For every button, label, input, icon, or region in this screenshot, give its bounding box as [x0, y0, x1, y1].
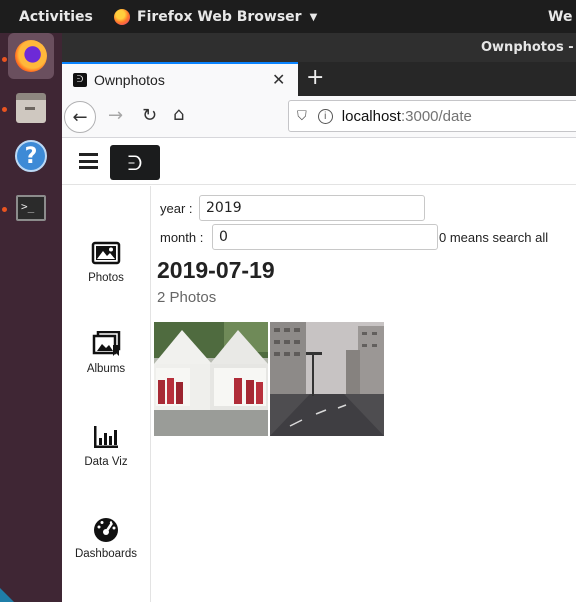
month-label: month : [160, 230, 204, 245]
navigation-bar: ← → ↻ ⌂ ⛉ i localhost :3000/date [62, 96, 576, 138]
dock-firefox[interactable] [8, 33, 54, 79]
activities-button[interactable]: Activities [19, 9, 93, 25]
year-label: year : [160, 201, 193, 216]
caret-down-icon: ▼ [309, 11, 318, 23]
sidebar-item-label: Data Viz [84, 456, 128, 468]
forward-button[interactable]: → [108, 105, 123, 126]
back-button[interactable]: ← [64, 101, 96, 133]
app-menu-label: Firefox Web Browser [137, 9, 302, 25]
dock-files[interactable] [8, 85, 54, 131]
home-button[interactable]: ⌂ [173, 104, 184, 125]
tab-title: Ownphotos [94, 72, 165, 88]
app-menu[interactable]: Firefox Web Browser ▼ [114, 9, 317, 25]
tab-ownphotos[interactable]: ᕭ Ownphotos ✕ [62, 62, 298, 96]
firefox-icon [15, 40, 47, 72]
terminal-icon: >_ [16, 195, 46, 221]
running-indicator [2, 207, 7, 212]
site-info-icon[interactable]: i [317, 108, 333, 124]
tracking-shield-icon[interactable]: ⛉ [297, 108, 307, 124]
photos-icon [91, 240, 121, 266]
photo-thumbnail[interactable] [270, 322, 384, 436]
sidebar-item-dashboards[interactable]: Dashboards [62, 516, 150, 560]
files-icon [16, 93, 46, 123]
running-indicator [2, 57, 7, 62]
bar-chart-icon [91, 424, 121, 450]
app-header: ᕭ [62, 139, 576, 185]
albums-icon [91, 330, 121, 357]
sidebar-item-photos[interactable]: Photos [62, 240, 150, 284]
reload-button[interactable]: ↻ [142, 105, 157, 126]
url-host: localhost [341, 107, 401, 125]
close-tab-icon[interactable]: ✕ [272, 70, 285, 89]
photo-count: 2 Photos [157, 289, 217, 306]
url-bar[interactable]: ⛉ i localhost :3000/date [288, 100, 576, 132]
system-top-bar: Activities Firefox Web Browser ▼ We [0, 0, 576, 33]
month-hint: 0 means search all [439, 230, 549, 245]
app-sidebar: Photos Albums Data Viz Dashboards [62, 186, 151, 602]
clock[interactable]: We [548, 9, 572, 25]
running-indicator [2, 107, 7, 112]
sidebar-item-label: Photos [88, 272, 124, 284]
tab-strip: ᕭ Ownphotos ✕ + [62, 62, 576, 96]
dock-terminal[interactable]: >_ [8, 185, 54, 231]
help-icon: ? [15, 140, 47, 172]
sidebar-item-data-viz[interactable]: Data Viz [62, 424, 150, 468]
month-input[interactable] [212, 224, 438, 250]
sidebar-item-albums[interactable]: Albums [62, 330, 150, 375]
ownphotos-logo[interactable]: ᕭ [110, 145, 160, 180]
photo-thumbnail[interactable] [154, 322, 268, 436]
ownphotos-favicon-icon: ᕭ [73, 73, 87, 87]
dashboard-icon [91, 516, 121, 542]
main-content: year : month : 0 means search all 2019-0… [151, 186, 576, 602]
window-title: Ownphotos - [481, 40, 574, 55]
window-title-bar[interactable]: Ownphotos - [62, 33, 576, 62]
sidebar-item-label: Albums [86, 363, 126, 375]
firefox-small-icon [114, 9, 130, 25]
desktop-corner-decoration [0, 588, 14, 602]
sidebar-item-label: Dashboards [74, 548, 137, 560]
dock: ? >_ [0, 33, 62, 602]
dock-help[interactable]: ? [8, 133, 54, 179]
new-tab-button[interactable]: + [306, 65, 324, 90]
year-input[interactable] [199, 195, 425, 221]
url-path: :3000/date [400, 107, 472, 125]
hamburger-menu-icon[interactable] [79, 153, 98, 169]
date-heading: 2019-07-19 [157, 257, 275, 283]
